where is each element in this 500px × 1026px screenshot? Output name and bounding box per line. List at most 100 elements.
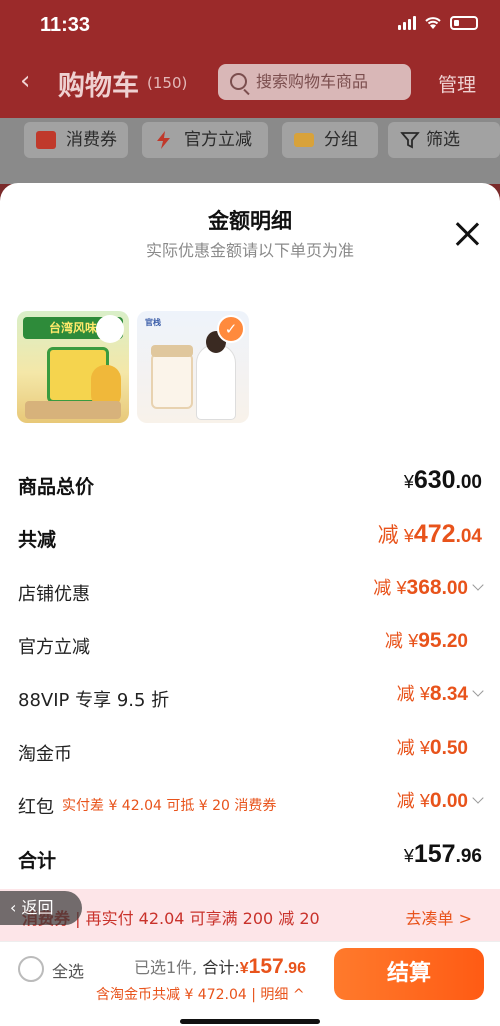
currency-symbol: ¥ [403, 526, 414, 546]
filter-chip-coupon[interactable]: 消费券 [24, 122, 128, 158]
detail-toggle[interactable]: 明细 ^ [260, 987, 304, 1003]
row-total-price: 商品总价 ¥630.00 [18, 466, 482, 506]
sheet-title: 金额明细 [208, 209, 292, 233]
row-shop-discount[interactable]: 店铺优惠 减 ¥368.00 [18, 574, 484, 614]
checkout-bar: 全选 已选1件, 合计:¥157.96 含淘金币共减 ¥ 472.04 | 明细… [0, 941, 500, 1026]
cart-nav-bar: ‹ 购物车 (150) 搜索购物车商品 管理 [0, 58, 500, 108]
value-decimal: .04 [455, 526, 482, 547]
reduce-prefix: 减 [396, 684, 415, 704]
discount-summary: 含淘金币共减 ¥ 472.04 | 明细 ^ [96, 987, 305, 1003]
select-all-label[interactable]: 全选 [52, 958, 84, 982]
chevron-down-icon [472, 792, 484, 804]
battery-icon [450, 16, 478, 30]
reduce-prefix: 减 [396, 791, 415, 811]
value-integer: 368 [406, 576, 442, 599]
value-decimal: .96 [283, 960, 306, 977]
summary-line: 已选1件, 合计:¥157.96 [134, 954, 306, 979]
chevron-down-icon [472, 685, 484, 697]
row-label: 淘金币 [18, 744, 72, 765]
value-decimal: .96 [455, 846, 482, 867]
filter-chip-label: 筛选 [426, 130, 460, 150]
total-amount: ¥157.96 [240, 955, 306, 978]
selected-count: 已选1件, [134, 958, 203, 977]
home-indicator [180, 1019, 320, 1024]
currency-symbol: ¥ [403, 846, 414, 866]
value-integer: 8 [429, 682, 442, 705]
value-decimal: .00 [441, 791, 468, 812]
signal-icon [398, 16, 416, 30]
currency-symbol: ¥ [419, 738, 430, 758]
status-bar: 11:33 [0, 0, 500, 50]
return-label: 返回 [21, 898, 54, 917]
thumbnail-brand: 官栈 [145, 318, 161, 327]
value-integer: 630 [413, 466, 456, 494]
row-label: 商品总价 [18, 476, 95, 498]
pineapple-cake-thumbnail[interactable]: 台湾风味 [17, 311, 129, 423]
row-official-discount: 官方立减 减 ¥95.20 [18, 627, 482, 667]
currency-symbol: ¥ [396, 578, 407, 598]
reduce-prefix: 减 [384, 631, 403, 651]
jar-shape [151, 345, 193, 409]
promo-message: | 再实付 42.04 可享满 200 减 20 [75, 909, 320, 928]
add-items-link[interactable]: 去凑单 > [406, 905, 473, 929]
fish-maw-jar-thumbnail[interactable]: 官栈 ✓ [137, 311, 249, 423]
row-label: 店铺优惠 [18, 584, 90, 605]
thumbnail-select-circle[interactable] [96, 315, 124, 343]
row-label: 合计 [18, 850, 57, 872]
reduce-prefix: 减 [396, 738, 415, 758]
value-integer: 157 [248, 955, 284, 978]
row-label: 红包 [18, 797, 54, 818]
row-value: 减 ¥95.20 [385, 627, 482, 653]
currency-symbol: ¥ [419, 791, 430, 811]
reduce-prefix: 减 [373, 578, 392, 598]
value-integer: 0 [429, 736, 442, 759]
sheet-subtitle: 实际优惠金额请以下单页为准 [145, 241, 354, 260]
row-value: 减 ¥0.00 [396, 787, 484, 813]
value-decimal: .00 [441, 578, 468, 599]
discount-text: 含淘金币共减 ¥ 472.04 [96, 987, 247, 1003]
row-value: 减 ¥368.00 [373, 574, 484, 600]
filter-chip-official-discount[interactable]: 官方立减 [142, 122, 268, 158]
row-value: 减 ¥472.04 [378, 519, 482, 549]
value-decimal: .00 [455, 472, 482, 493]
checkmark-icon: ✓ [217, 315, 245, 343]
manage-button[interactable]: 管理 [438, 70, 476, 97]
reduce-prefix: 减 [377, 524, 399, 547]
value-integer: 157 [413, 840, 456, 868]
coupon-icon [36, 131, 56, 149]
row-red-packet[interactable]: 红包 实付差 ¥ 42.04 可抵 ¥ 20 消费券 减 ¥0.00 [18, 787, 484, 827]
select-all-checkbox[interactable] [18, 956, 44, 982]
red-packet-note: 实付差 ¥ 42.04 可抵 ¥ 20 消费券 [62, 798, 277, 814]
search-input[interactable]: 搜索购物车商品 [218, 64, 411, 100]
value-integer: 472 [413, 520, 456, 548]
chevron-down-icon [472, 579, 484, 591]
value-integer: 0 [429, 789, 442, 812]
page-title: 购物车 [58, 71, 139, 102]
row-value: ¥157.96 [404, 840, 482, 869]
value-integer: 95 [418, 629, 442, 652]
currency-symbol: ¥ [408, 631, 419, 651]
model-figure-shape [197, 331, 235, 419]
value-decimal: .34 [441, 684, 468, 705]
row-label: 共减 [18, 529, 57, 551]
search-placeholder: 搜索购物车商品 [256, 72, 369, 91]
close-icon[interactable] [454, 221, 480, 247]
checkout-button[interactable]: 结算 [334, 948, 484, 1000]
currency-symbol: ¥ [419, 684, 430, 704]
back-chevron-icon[interactable]: ‹ [20, 66, 30, 96]
row-label: 88VIP 专享 9.5 折 [18, 690, 170, 711]
cart-count: (150) [147, 74, 188, 92]
filter-chip-screen[interactable]: 筛选 [388, 122, 500, 158]
row-value: 减 ¥0.50 [397, 734, 482, 760]
row-value: ¥630.00 [404, 466, 482, 495]
filter-chip-label: 官方立减 [184, 130, 252, 150]
filter-chip-group[interactable]: 分组 [282, 122, 378, 158]
search-icon [230, 73, 247, 90]
status-time: 11:33 [40, 14, 91, 36]
folder-icon [294, 133, 314, 147]
filter-row: 消费券 官方立减 分组 筛选 [0, 118, 500, 184]
return-pill-button[interactable]: ‹ 返回 [0, 891, 82, 925]
row-vip-discount[interactable]: 88VIP 专享 9.5 折 减 ¥8.34 [18, 680, 484, 720]
value-decimal: .50 [441, 738, 468, 759]
total-label: 合计: [202, 958, 240, 977]
